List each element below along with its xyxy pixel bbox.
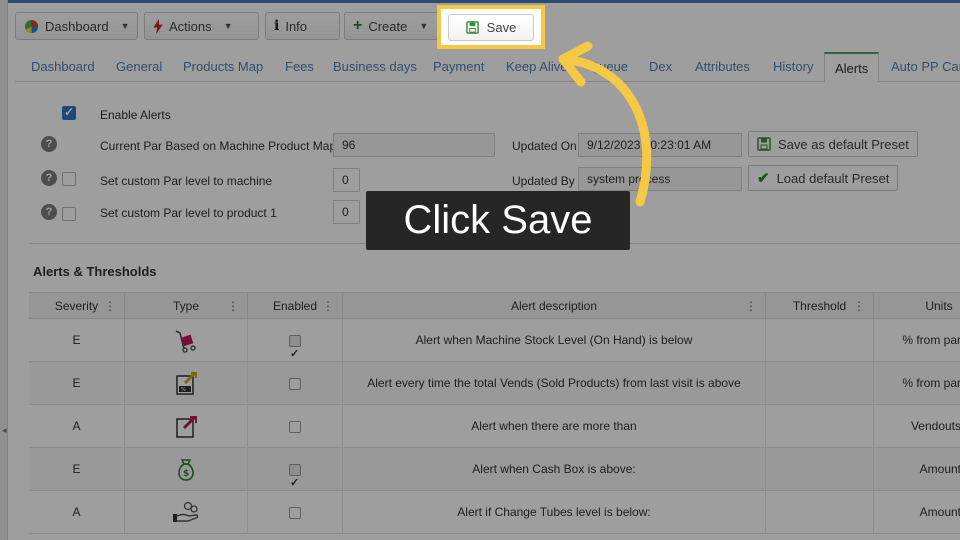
dim-overlay [0,0,960,540]
save-label: Save [486,20,517,35]
curved-arrow-icon [558,41,652,207]
instruction-callout: Click Save [366,191,630,250]
save-highlight: Save [437,5,545,49]
floppy-disk-icon [465,21,479,34]
save-button[interactable]: Save [448,14,534,41]
